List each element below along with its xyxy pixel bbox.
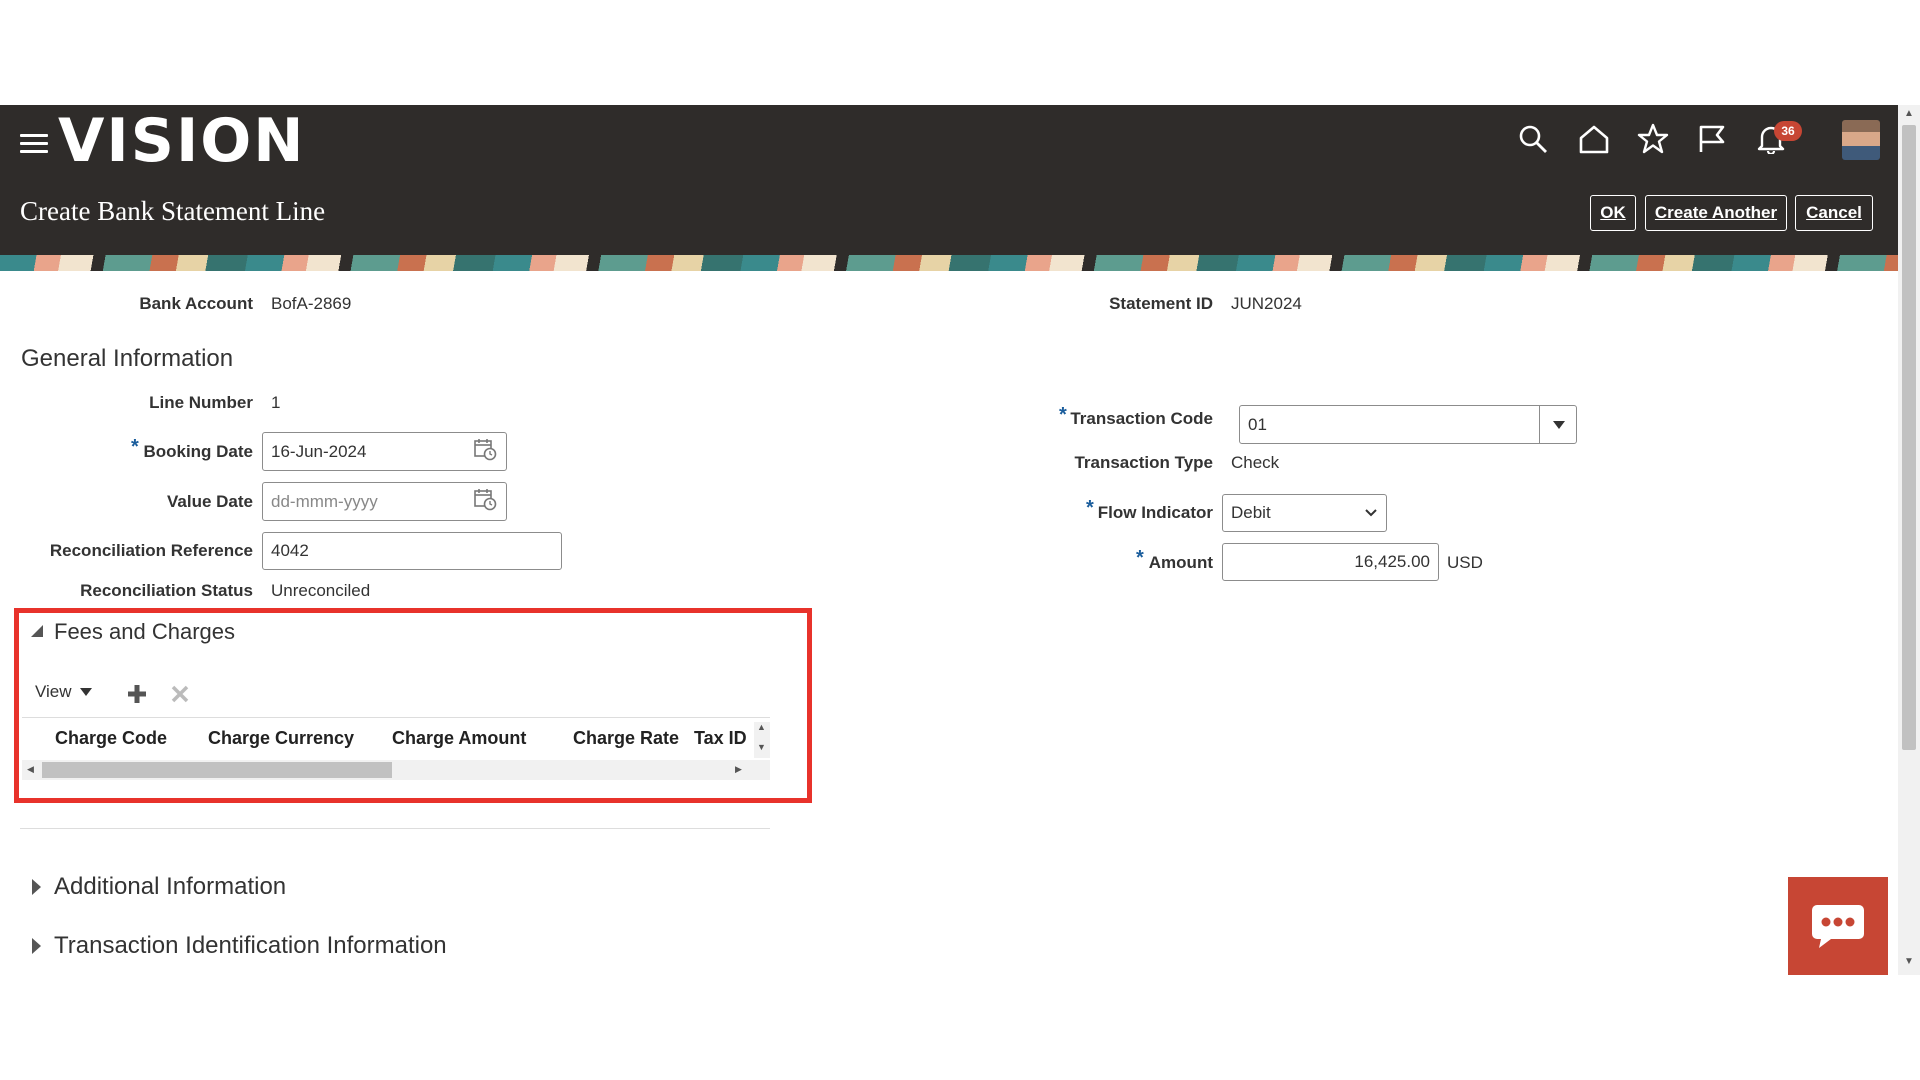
scroll-up-arrow-icon[interactable]: ▲ — [1904, 108, 1914, 119]
vertical-scrollbar-thumb[interactable] — [1902, 125, 1916, 750]
fees-and-charges-title[interactable]: Fees and Charges — [54, 619, 235, 645]
statement-id-label: Statement ID — [1109, 294, 1213, 313]
reconciliation-status-label: Reconciliation Status — [80, 581, 253, 600]
booking-date-label: Booking Date — [143, 442, 253, 461]
transaction-identification-title: Transaction Identification Information — [54, 932, 447, 959]
scroll-down-arrow-icon[interactable]: ▼ — [1904, 956, 1914, 967]
booking-date-value: 16-Jun-2024 — [271, 441, 367, 461]
create-another-button[interactable]: Create Another — [1645, 195, 1787, 231]
chat-bubble-icon — [1812, 905, 1864, 948]
table-scroll-down-icon[interactable]: ▼ — [757, 742, 766, 752]
currency-code: USD — [1447, 553, 1483, 572]
line-number-label: Line Number — [149, 393, 253, 412]
statement-id-value: JUN2024 — [1231, 294, 1302, 313]
chat-button[interactable] — [1788, 877, 1888, 975]
notification-badge: 36 — [1774, 121, 1802, 141]
transaction-code-dropdown-icon[interactable] — [1539, 406, 1577, 443]
section-divider — [20, 828, 770, 829]
amount-label: Amount — [1148, 553, 1213, 572]
view-menu-label: View — [35, 682, 72, 701]
column-header-charge-code[interactable]: Charge Code — [55, 728, 167, 749]
avatar[interactable] — [1842, 120, 1880, 160]
header-banner — [0, 255, 1898, 271]
chevron-down-icon — [1365, 509, 1377, 517]
transaction-code-value: 01 — [1248, 414, 1267, 434]
ok-button[interactable]: OK — [1590, 195, 1636, 231]
page-title: Create Bank Statement Line — [20, 196, 326, 226]
add-row-icon[interactable] — [126, 683, 148, 705]
flag-icon[interactable] — [1697, 124, 1727, 154]
column-header-charge-rate[interactable]: Charge Rate — [573, 728, 679, 749]
app-logo: VISION — [58, 106, 306, 176]
transaction-code-label: Transaction Code — [1070, 409, 1213, 428]
star-icon[interactable] — [1637, 123, 1669, 154]
value-date-input[interactable]: dd-mmm-yyyy — [262, 482, 507, 521]
reconciliation-reference-value: 4042 — [271, 541, 309, 560]
additional-information-title: Additional Information — [54, 873, 287, 900]
booking-date-input[interactable]: 16-Jun-2024 — [262, 432, 507, 471]
calendar-icon[interactable] — [473, 487, 497, 516]
general-information-title: General Information — [21, 345, 234, 372]
bank-account-value: BofA-2869 — [271, 294, 352, 313]
table-scroll-right-icon[interactable]: ▶ — [735, 764, 742, 775]
line-number-value: 1 — [271, 393, 281, 412]
flow-indicator-value: Debit — [1231, 503, 1271, 522]
view-menu[interactable]: View — [35, 682, 92, 702]
column-header-tax-id[interactable]: Tax ID — [694, 728, 747, 749]
amount-value: 16,425.00 — [1354, 552, 1430, 571]
table-scroll-left-icon[interactable]: ◀ — [27, 764, 34, 775]
transaction-code-input[interactable]: 01 — [1239, 405, 1577, 444]
transaction-type-label: Transaction Type — [1074, 453, 1213, 472]
collapse-triangle-icon[interactable] — [30, 624, 44, 638]
reconciliation-status-value: Unreconciled — [271, 581, 371, 600]
expand-triangle-icon — [32, 879, 41, 895]
value-date-label: Value Date — [167, 492, 253, 511]
cancel-button[interactable]: Cancel — [1795, 195, 1873, 231]
table-horizontal-scrollbar-thumb[interactable] — [42, 762, 392, 778]
reconciliation-reference-input[interactable]: 4042 — [262, 532, 562, 570]
flow-indicator-select[interactable]: Debit — [1222, 494, 1387, 532]
transaction-type-value: Check — [1231, 453, 1280, 472]
caret-down-icon — [79, 688, 92, 696]
column-header-charge-currency[interactable]: Charge Currency — [208, 728, 354, 749]
home-icon[interactable] — [1578, 124, 1610, 154]
amount-input[interactable]: 16,425.00 — [1222, 543, 1439, 581]
flow-indicator-label: Flow Indicator — [1097, 503, 1213, 522]
reconciliation-reference-label: Reconciliation Reference — [49, 541, 253, 560]
column-header-charge-amount[interactable]: Charge Amount — [392, 728, 526, 749]
bank-account-label: Bank Account — [139, 294, 253, 313]
search-icon[interactable] — [1518, 124, 1548, 154]
calendar-icon[interactable] — [473, 437, 497, 466]
delete-row-icon[interactable] — [169, 683, 191, 705]
value-date-placeholder: dd-mmm-yyyy — [271, 491, 378, 511]
additional-information-section[interactable]: Additional Information — [32, 873, 286, 901]
hamburger-icon[interactable] — [20, 129, 48, 158]
transaction-identification-section[interactable]: Transaction Identification Information — [32, 932, 447, 960]
expand-triangle-icon — [32, 938, 41, 954]
table-scroll-up-icon[interactable]: ▲ — [757, 722, 766, 732]
